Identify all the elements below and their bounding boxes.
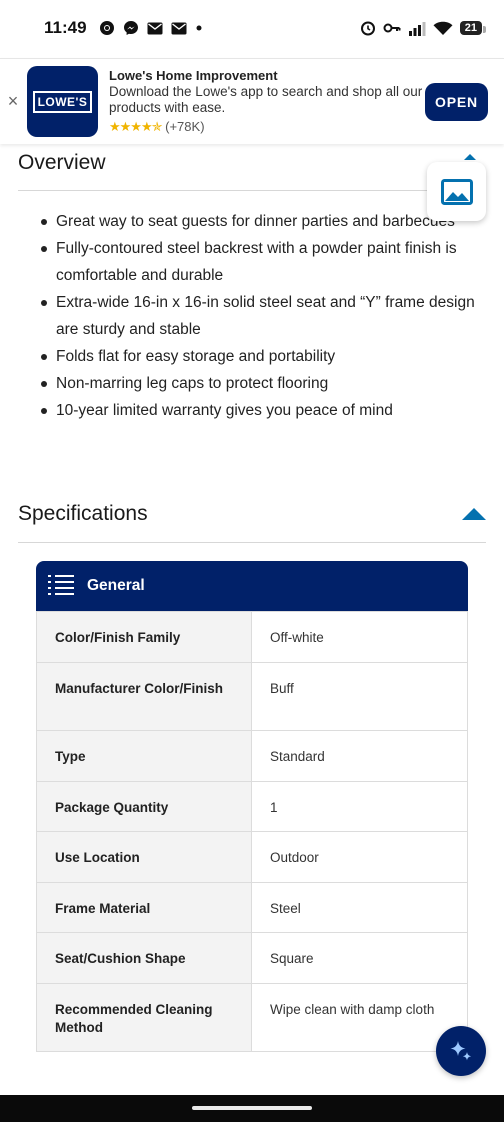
- list-item: Folds flat for easy storage and portabil…: [38, 343, 478, 370]
- open-app-button[interactable]: OPEN: [425, 82, 488, 121]
- image-icon: [440, 178, 473, 205]
- banner-title: Lowe's Home Improvement: [109, 68, 278, 83]
- list-item: Fully-contoured steel backrest with a po…: [38, 235, 478, 289]
- spec-card-title: General: [87, 577, 145, 594]
- overview-section-header[interactable]: Overview: [18, 144, 486, 191]
- specifications-title: Specifications: [18, 502, 148, 525]
- spec-value: 1: [251, 781, 468, 832]
- spec-value: Off-white: [251, 611, 468, 663]
- notification-icons: [99, 20, 203, 36]
- spec-label: Manufacturer Color/Finish: [36, 662, 252, 731]
- spec-card-header: General: [36, 561, 468, 611]
- home-gesture-handle[interactable]: [192, 1106, 312, 1110]
- ai-assistant-button[interactable]: [436, 1026, 486, 1076]
- specifications-table: Color/Finish Family Off-white Manufactur…: [36, 611, 468, 1052]
- table-row: Package Quantity 1: [36, 781, 468, 832]
- close-icon[interactable]: ×: [0, 91, 26, 112]
- collapse-caret-icon[interactable]: [462, 508, 486, 520]
- sparkle-icon: [450, 1041, 472, 1061]
- spec-value: Buff: [251, 662, 468, 731]
- list-icon: [48, 575, 74, 595]
- spec-value: Outdoor: [251, 831, 468, 883]
- vpn-key-icon: [383, 23, 401, 33]
- dot-icon: [196, 25, 202, 31]
- system-navigation-bar: [0, 1095, 504, 1122]
- image-gallery-button[interactable]: [427, 162, 486, 221]
- spec-label: Use Location: [36, 831, 252, 883]
- table-row: Frame Material Steel: [36, 882, 468, 933]
- overview-title: Overview: [18, 151, 106, 174]
- overview-bullet-list: Great way to seat guests for dinner part…: [38, 208, 478, 424]
- table-row: Color/Finish Family Off-white: [36, 611, 468, 663]
- list-item: Extra-wide 16-in x 16-in solid steel sea…: [38, 289, 478, 343]
- spec-value: Standard: [251, 730, 468, 782]
- specifications-card: General Color/Finish Family Off-white Ma…: [36, 561, 468, 1052]
- specifications-section-header[interactable]: Specifications: [18, 492, 486, 543]
- banner-text: Lowe's Home Improvement Download the Low…: [109, 67, 425, 136]
- list-item: Great way to seat guests for dinner part…: [38, 208, 478, 235]
- spec-value: Square: [251, 932, 468, 984]
- alarm-icon: [360, 21, 375, 36]
- list-item: 10-year limited warranty gives you peace…: [38, 397, 478, 424]
- chrome-icon: [99, 21, 114, 35]
- banner-rating: ★★★★✯ (+78K): [109, 117, 425, 136]
- spec-label: Recommended Cleaning Method: [36, 983, 252, 1052]
- mail-icon: [147, 22, 163, 34]
- star-rating-icon: ★★★★✯: [109, 119, 163, 134]
- logo-text: LOWE'S: [32, 90, 93, 113]
- table-row: Type Standard: [36, 730, 468, 782]
- table-row: Manufacturer Color/Finish Buff: [36, 662, 468, 731]
- table-row: Recommended Cleaning Method Wipe clean w…: [36, 983, 468, 1052]
- spec-value: Wipe clean with damp cloth: [251, 983, 468, 1052]
- spec-label: Color/Finish Family: [36, 611, 252, 663]
- collapse-caret-icon: [464, 154, 476, 160]
- battery-icon: 21: [459, 21, 487, 35]
- spec-label: Package Quantity: [36, 781, 252, 832]
- system-icons: 21: [360, 20, 487, 36]
- status-bar: 11:49 21: [0, 0, 504, 56]
- rating-count: (+78K): [165, 119, 205, 134]
- list-item: Non-marring leg caps to protect flooring: [38, 370, 478, 397]
- wifi-icon: [433, 21, 453, 35]
- mail-icon: [171, 22, 187, 34]
- lowes-logo: LOWE'S: [27, 66, 98, 137]
- spec-label: Seat/Cushion Shape: [36, 932, 252, 984]
- messenger-icon: [123, 21, 138, 35]
- table-row: Seat/Cushion Shape Square: [36, 932, 468, 984]
- spec-label: Frame Material: [36, 882, 252, 933]
- banner-description: Download the Lowe's app to search and sh…: [109, 84, 423, 115]
- signal-icon: [408, 21, 426, 36]
- spec-value: Steel: [251, 882, 468, 933]
- app-install-banner: × LOWE'S Lowe's Home Improvement Downloa…: [0, 58, 504, 144]
- status-time: 11:49: [44, 18, 87, 37]
- spec-label: Type: [36, 730, 252, 782]
- table-row: Use Location Outdoor: [36, 831, 468, 883]
